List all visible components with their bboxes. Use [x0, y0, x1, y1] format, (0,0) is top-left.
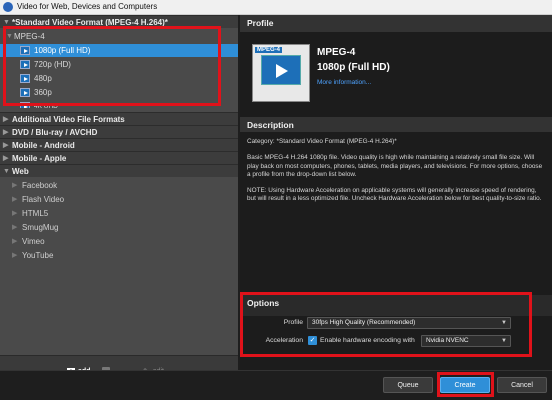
- expand-arrow-icon: ▶: [12, 210, 18, 217]
- tree-group-apple[interactable]: ▶ Mobile - Apple: [0, 151, 238, 164]
- window-titlebar: Video for Web, Devices and Computers: [0, 0, 552, 15]
- web-item-flash-video[interactable]: ▶ Flash Video: [0, 193, 238, 206]
- profile-section: MPEG-4 MPEG-4 1080p (Full HD) More infor…: [240, 32, 552, 119]
- preset-item-720p[interactable]: 720p (HD): [0, 58, 238, 71]
- app-icon: [3, 2, 13, 12]
- web-item-vimeo[interactable]: ▶ Vimeo: [0, 235, 238, 248]
- video-preset-icon: [20, 74, 30, 83]
- preset-item-4k[interactable]: 4K UHD: [0, 100, 238, 108]
- acceleration-dropdown[interactable]: Nvidia NVENC ▼: [421, 335, 511, 347]
- details-panel: Profile MPEG-4 MPEG-4 1080p (Full HD) Mo…: [240, 15, 552, 370]
- tree-group-android[interactable]: ▶ Mobile - Android: [0, 138, 238, 151]
- video-preset-icon: [20, 60, 30, 69]
- description-category: Category: *Standard Video Format (MPEG-4…: [247, 138, 397, 145]
- description-body: Basic MPEG-4 H.264 1080p file. Video qua…: [247, 154, 543, 178]
- cancel-button[interactable]: Cancel: [497, 377, 547, 393]
- hardware-encoding-checkbox[interactable]: ✓: [308, 336, 317, 345]
- options-heading: Options: [240, 295, 552, 312]
- tree-group-standard[interactable]: ▼ *Standard Video Format (MPEG-4 H.264)*: [0, 15, 238, 28]
- tree-subgroup-mpeg4[interactable]: ▼ MPEG-4: [0, 30, 238, 43]
- preset-item-360p[interactable]: 360p: [0, 86, 238, 99]
- dialog-button-bar: Queue Create Cancel: [0, 370, 552, 400]
- expand-arrow-icon: ▶: [12, 224, 18, 231]
- preset-item-480p[interactable]: 480p: [0, 72, 238, 85]
- hardware-encoding-label: Enable hardware encoding with: [320, 337, 415, 344]
- web-item-youtube[interactable]: ▶ YouTube: [0, 249, 238, 262]
- create-button[interactable]: Create: [440, 377, 490, 393]
- web-item-facebook[interactable]: ▶ Facebook: [0, 179, 238, 192]
- profile-subtitle: 1080p (Full HD): [317, 62, 390, 73]
- mpeg4-format-icon: MPEG-4: [252, 44, 310, 102]
- queue-button[interactable]: Queue: [383, 377, 433, 393]
- expand-arrow-icon: ▶: [12, 238, 18, 245]
- expand-arrow-icon: ▶: [12, 196, 18, 203]
- tree-group-dvd[interactable]: ▶ DVD / Blu-ray / AVCHD: [0, 125, 238, 138]
- web-item-html5[interactable]: ▶ HTML5: [0, 207, 238, 220]
- description-section: Category: *Standard Video Format (MPEG-4…: [240, 132, 552, 296]
- video-preset-icon: [20, 102, 30, 108]
- expand-arrow-icon: ▼: [3, 19, 10, 26]
- chevron-down-icon: ▼: [501, 320, 507, 326]
- expand-arrow-icon: ▶: [12, 252, 18, 259]
- preset-item-1080p[interactable]: 1080p (Full HD): [0, 44, 238, 57]
- video-preset-icon: [20, 46, 30, 55]
- chevron-down-icon: ▼: [501, 338, 507, 344]
- preset-panel: ▼ *Standard Video Format (MPEG-4 H.264)*…: [0, 15, 238, 385]
- profile-dropdown[interactable]: 30fps High Quality (Recommended) ▼: [307, 317, 511, 329]
- acceleration-label: Acceleration: [265, 337, 303, 344]
- web-item-smugmug[interactable]: ▶ SmugMug: [0, 221, 238, 234]
- options-section: Profile 30fps High Quality (Recommended)…: [240, 316, 552, 370]
- window-title: Video for Web, Devices and Computers: [17, 2, 158, 11]
- collapse-arrow-icon: ▼: [6, 33, 13, 40]
- expand-arrow-icon: ▶: [12, 182, 18, 189]
- collapse-arrow-icon: ▼: [3, 168, 10, 175]
- profile-heading: Profile: [240, 15, 552, 32]
- preset-tree: ▼ *Standard Video Format (MPEG-4 H.264)*…: [0, 15, 238, 355]
- profile-label: Profile: [283, 319, 303, 326]
- profile-title: MPEG-4: [317, 47, 356, 58]
- video-preset-icon: [20, 88, 30, 97]
- description-note: NOTE: Using Hardware Acceleration on app…: [247, 187, 542, 203]
- more-information-link[interactable]: More information...: [317, 79, 371, 86]
- tree-group-additional[interactable]: ▶ Additional Video File Formats: [0, 112, 238, 125]
- tree-group-web[interactable]: ▼ Web: [0, 164, 238, 177]
